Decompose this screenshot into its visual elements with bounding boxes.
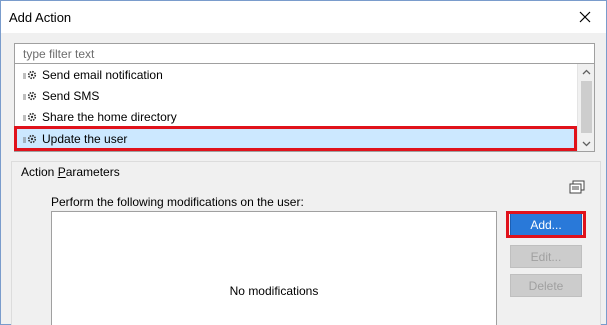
list-item-send-email[interactable]: Send email notification <box>15 64 578 85</box>
list-item-send-sms[interactable]: Send SMS <box>15 85 578 106</box>
add-action-dialog: Add Action Send email notification Send <box>0 0 607 325</box>
parameters-display-icon[interactable] <box>569 180 585 194</box>
filter-field[interactable] <box>14 43 595 64</box>
action-gear-icon <box>23 91 37 100</box>
close-icon <box>579 11 591 23</box>
add-button[interactable]: Add... <box>510 213 582 236</box>
delete-button[interactable]: Delete <box>510 274 582 297</box>
scroll-up-button[interactable] <box>578 64 594 79</box>
list-item-label: Update the user <box>42 131 128 146</box>
list-item-label: Share the home directory <box>42 109 177 124</box>
action-gear-icon <box>23 70 37 79</box>
action-gear-icon <box>23 112 37 121</box>
empty-state-text: No modifications <box>229 284 319 298</box>
edit-button[interactable]: Edit... <box>510 245 582 268</box>
title-bar: Add Action <box>1 1 606 33</box>
modifications-list[interactable]: No modifications <box>51 211 497 325</box>
chevron-down-icon <box>582 141 591 146</box>
scroll-down-button[interactable] <box>578 136 594 151</box>
chevron-up-icon <box>582 69 591 74</box>
list-item-share-home-directory[interactable]: Share the home directory <box>15 106 578 127</box>
list-item-label: Send email notification <box>42 67 163 82</box>
dialog-title: Add Action <box>9 10 72 25</box>
close-button[interactable] <box>574 6 596 28</box>
action-list: Send email notification Send SMS Share t… <box>14 64 595 152</box>
action-parameters-label: Action Parameters <box>21 165 120 179</box>
list-item-label: Send SMS <box>42 88 100 103</box>
modifications-label: Perform the following modifications on t… <box>51 195 304 209</box>
action-gear-icon <box>23 134 37 143</box>
filter-input[interactable] <box>15 44 594 63</box>
list-scrollbar[interactable] <box>577 64 594 151</box>
scroll-thumb[interactable] <box>581 81 592 133</box>
list-item-update-user[interactable]: Update the user <box>15 128 578 149</box>
